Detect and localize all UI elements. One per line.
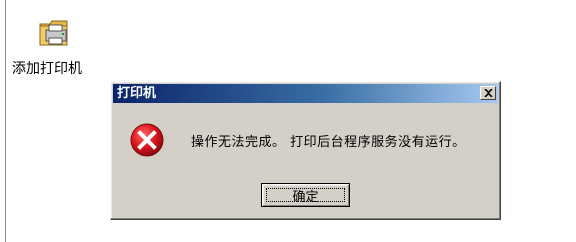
close-icon: [483, 89, 493, 97]
printer-error-dialog: 打印机 操作无法完成。 打印后台程序服务没有运行。 确定: [110, 81, 501, 220]
dialog-title: 打印机: [117, 86, 157, 101]
explorer-pane-border: [5, 0, 6, 242]
close-button[interactable]: [480, 86, 496, 100]
add-printer-item[interactable]: 添加打印机: [10, 12, 100, 82]
dialog-titlebar[interactable]: 打印机: [113, 84, 498, 103]
error-message: 操作无法完成。 打印后台程序服务没有运行。: [191, 135, 466, 150]
ok-button[interactable]: 确定: [261, 183, 350, 207]
add-printer-label: 添加打印机: [12, 61, 82, 77]
ok-button-label: 确定: [292, 189, 319, 205]
printer-folder-icon: [37, 14, 73, 50]
error-icon: [129, 122, 165, 158]
